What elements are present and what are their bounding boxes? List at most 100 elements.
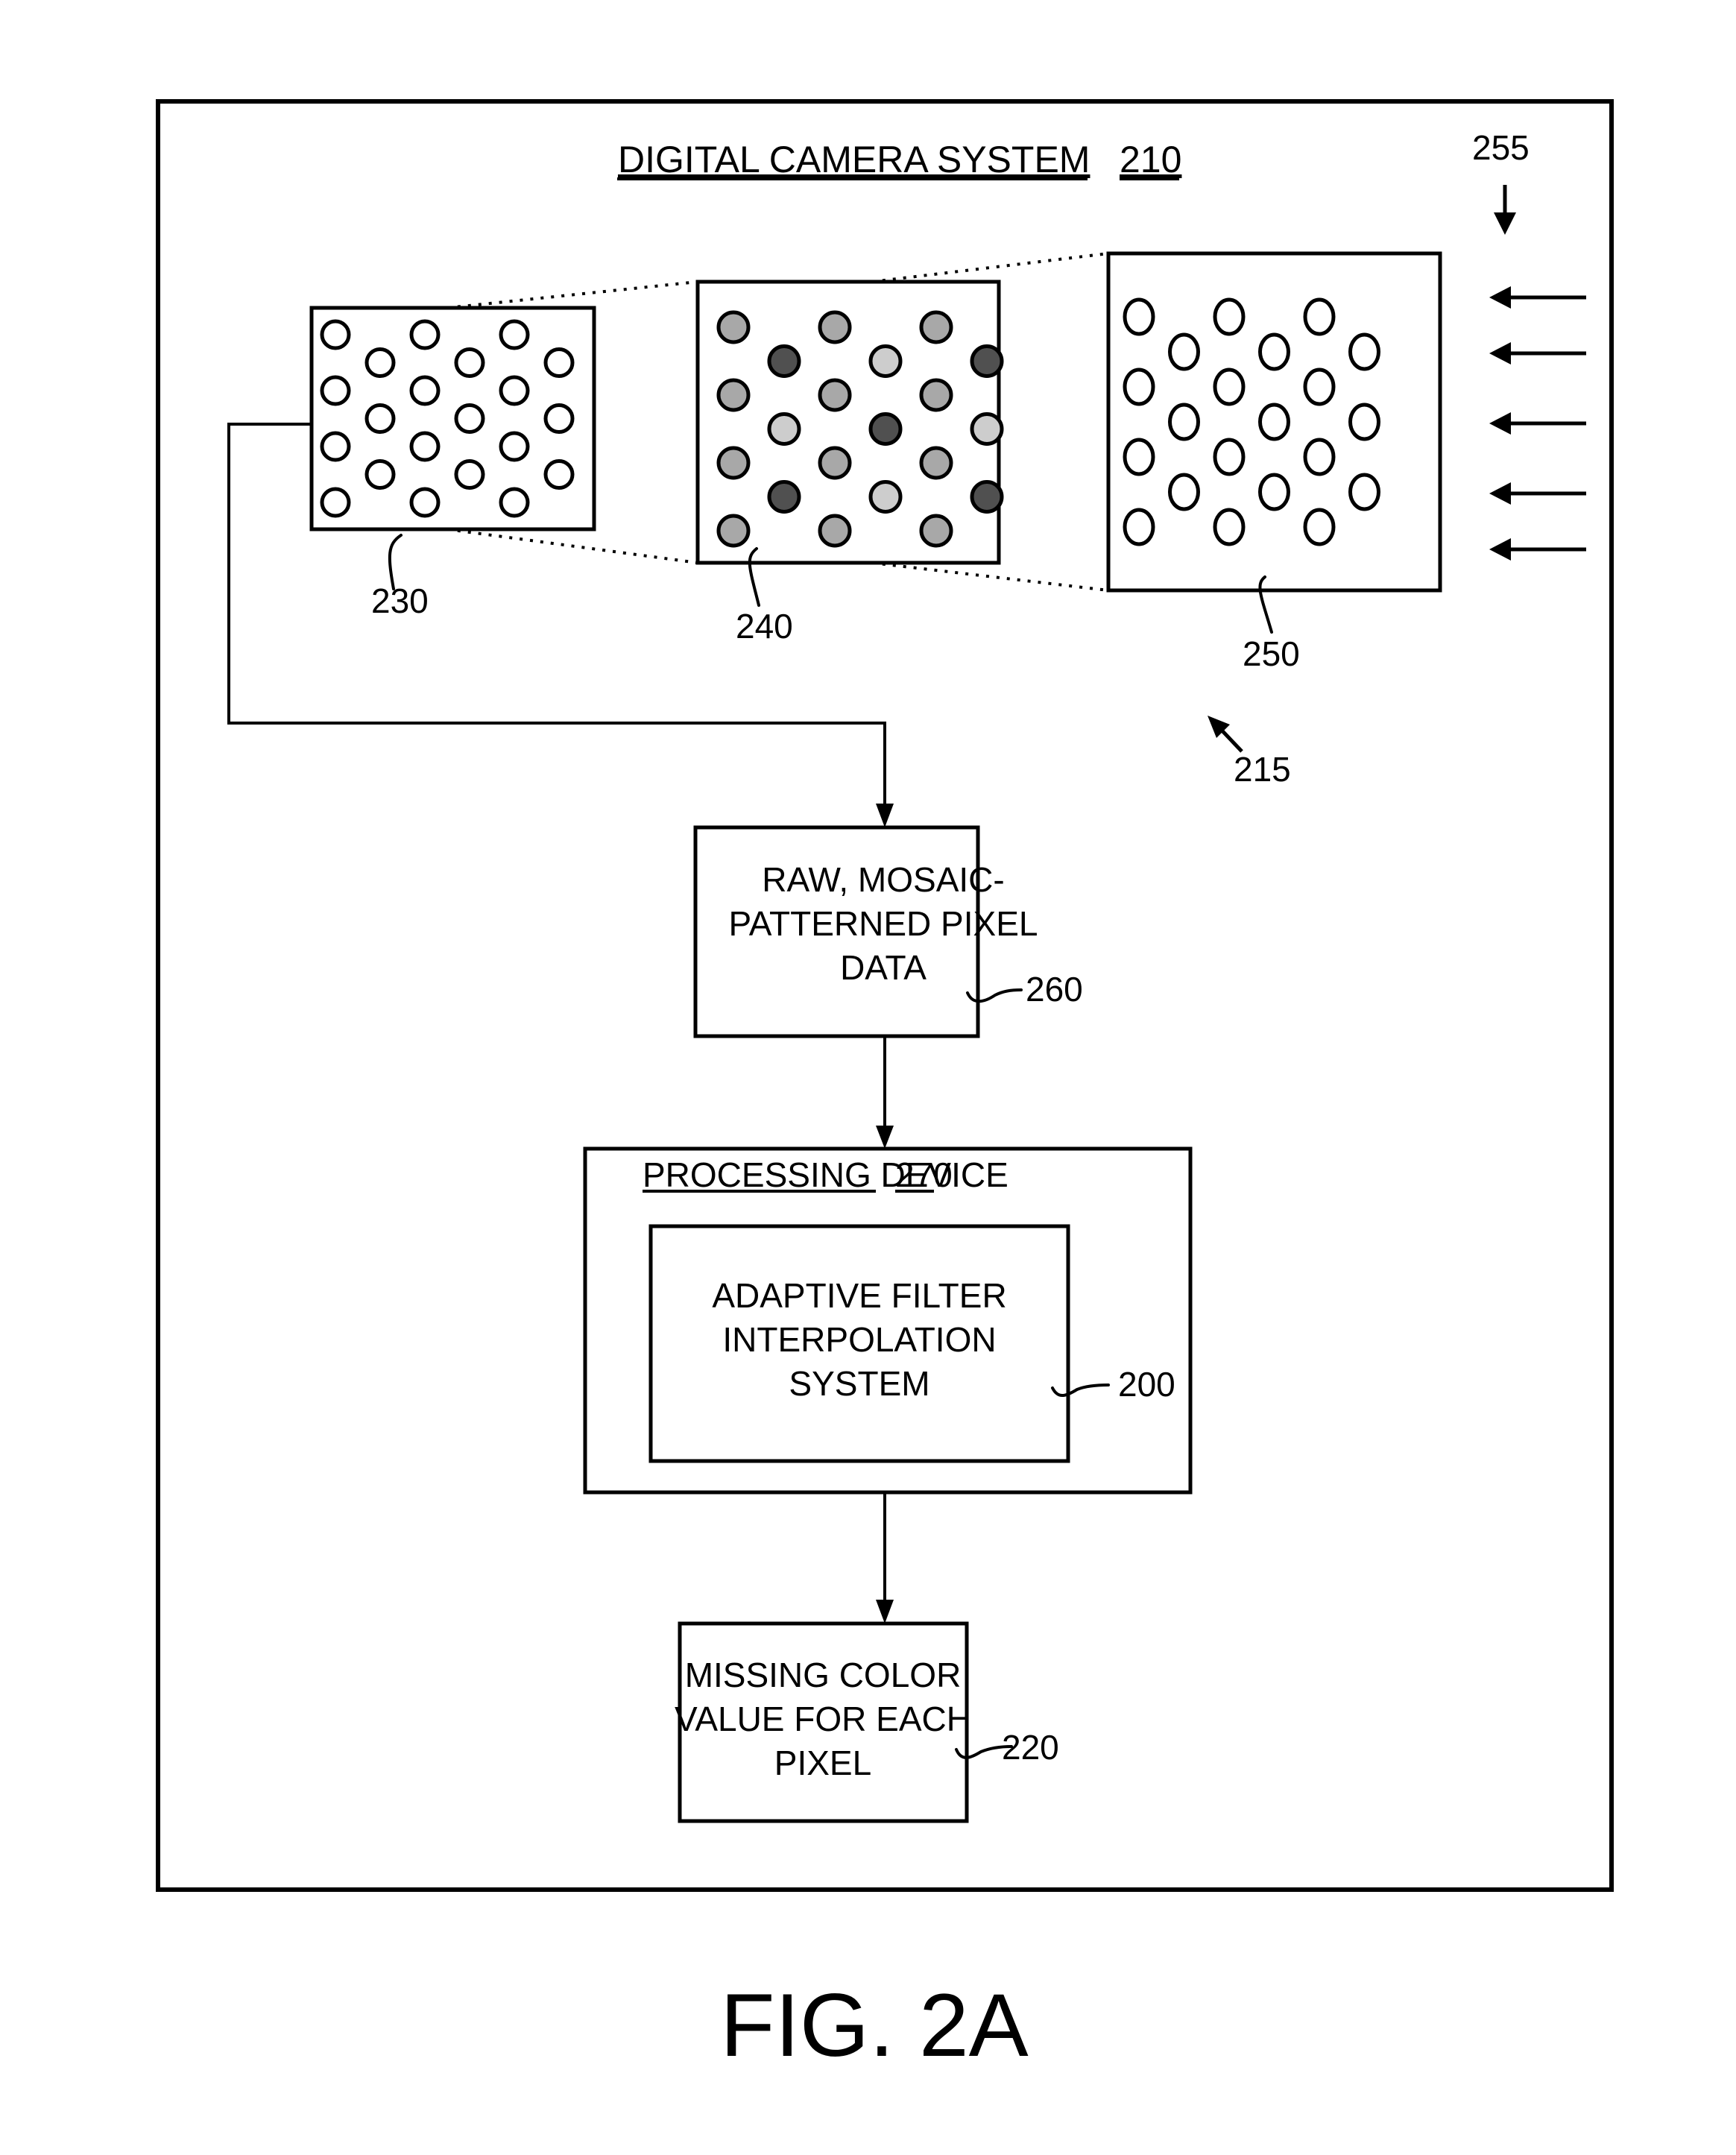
raw-data-line-1: RAW, MOSAIC- xyxy=(762,860,1004,899)
ref-220-label: 220 xyxy=(1002,1728,1059,1767)
down-arrow-icon xyxy=(1494,185,1516,235)
sensor-pixel xyxy=(409,319,441,350)
color-filter-element xyxy=(868,412,903,446)
sensor-pixel xyxy=(320,431,351,462)
color-filter-element xyxy=(716,514,751,548)
interpolation-line-2: INTERPOLATION xyxy=(722,1320,996,1359)
ref-250-label: 250 xyxy=(1243,634,1300,673)
lens-element xyxy=(1123,297,1155,336)
projection-line-top-1 xyxy=(446,280,698,309)
sensor-pixel xyxy=(454,403,485,434)
raw-data-line-3: DATA xyxy=(840,948,927,987)
sensor-pixel xyxy=(320,319,351,350)
lens-element xyxy=(1303,367,1336,406)
projection-line-bottom-1 xyxy=(446,528,698,564)
color-filter-element xyxy=(818,378,852,412)
lens-element xyxy=(1258,473,1290,511)
lens-element xyxy=(1123,367,1155,406)
lens-element xyxy=(1123,508,1155,546)
output-line-2: VALUE FOR EACH xyxy=(675,1700,971,1738)
left-arrow-icon xyxy=(1489,538,1511,561)
lens-element xyxy=(1168,473,1200,511)
arrowhead-icon xyxy=(876,1600,894,1624)
output-line-1: MISSING COLOR xyxy=(685,1656,962,1694)
sensor-pixel xyxy=(409,375,441,406)
ref-240-label: 240 xyxy=(736,607,793,646)
color-filter-element xyxy=(818,310,852,344)
color-filter-element xyxy=(716,310,751,344)
lens-element xyxy=(1213,367,1246,406)
color-filter-element xyxy=(970,412,1004,446)
lens-element xyxy=(1258,403,1290,441)
projection-line-top-2 xyxy=(871,252,1109,283)
color-filter-element xyxy=(868,344,903,378)
system-ref-210: 210 xyxy=(1120,139,1181,180)
lens-element xyxy=(1348,403,1380,441)
lens-element xyxy=(1303,438,1336,476)
color-filter-element xyxy=(716,446,751,480)
left-arrow-icon xyxy=(1489,412,1511,435)
system-title-text: DIGITAL CAMERA SYSTEM xyxy=(618,139,1090,180)
sensor-pixel xyxy=(454,459,485,490)
ref-200-label: 200 xyxy=(1118,1365,1175,1404)
sensor-pixel xyxy=(543,459,575,490)
sensor-pixel xyxy=(499,487,530,518)
sensor-pixel xyxy=(499,319,530,350)
color-filter-element xyxy=(818,514,852,548)
figure-label: FIG. 2A xyxy=(720,1975,1028,2075)
sensor-pixel xyxy=(364,403,396,434)
lens-element xyxy=(1168,403,1200,441)
sensor-pixel xyxy=(454,347,485,378)
arrowhead-icon xyxy=(876,1126,894,1149)
color-filter-element xyxy=(919,310,953,344)
arrowhead-icon xyxy=(876,804,894,827)
lens-element xyxy=(1123,438,1155,476)
lens-element xyxy=(1213,297,1246,336)
sensor-pixel xyxy=(543,403,575,434)
left-arrow-icon xyxy=(1489,482,1511,505)
color-filter-element xyxy=(716,378,751,412)
sensor-pixel xyxy=(364,459,396,490)
color-filter-element xyxy=(919,446,953,480)
color-filter-element xyxy=(919,514,953,548)
color-filter-element xyxy=(767,344,801,378)
lens-element xyxy=(1303,508,1336,546)
sensor-pixel xyxy=(409,487,441,518)
sensor-pixel xyxy=(543,347,575,378)
lens-element xyxy=(1348,473,1380,511)
incident-light-arrows xyxy=(1489,286,1586,561)
raw-data-line-2: PATTERNED PIXEL xyxy=(729,904,1038,943)
processing-device-ref: 270 xyxy=(895,1155,953,1194)
lens-element xyxy=(1168,332,1200,371)
ref-230-label: 230 xyxy=(371,581,429,620)
color-filter-element xyxy=(767,412,801,446)
processing-device-title: PROCESSING DEVICE xyxy=(643,1155,1009,1194)
lens-element xyxy=(1213,508,1246,546)
interpolation-line-1: ADAPTIVE FILTER xyxy=(712,1276,1006,1315)
left-arrow-icon xyxy=(1489,286,1511,309)
lens-element xyxy=(1258,332,1290,371)
ref-260-label: 260 xyxy=(1026,970,1083,1009)
color-filter-element xyxy=(970,480,1004,514)
lens-element xyxy=(1348,332,1380,371)
sensor-pixel xyxy=(364,347,396,378)
ref-215-arrow-icon xyxy=(1208,716,1243,753)
sensor-pixel xyxy=(320,487,351,518)
ref-255-label: 255 xyxy=(1472,128,1530,167)
color-filter-element xyxy=(868,480,903,514)
system-title: DIGITAL CAMERA SYSTEM 210 xyxy=(617,139,1181,180)
lens-element xyxy=(1213,438,1246,476)
color-filter-element xyxy=(767,480,801,514)
left-arrow-icon xyxy=(1489,342,1511,365)
color-filter-element xyxy=(818,446,852,480)
sensor-pixel xyxy=(499,431,530,462)
patent-diagram: DIGITAL CAMERA SYSTEM 210 255 230 240 25… xyxy=(156,99,1614,2075)
projection-line-bottom-2 xyxy=(871,561,1109,592)
color-filter-element xyxy=(970,344,1004,378)
sensor-pixel xyxy=(320,375,351,406)
color-filter-element xyxy=(919,378,953,412)
lens-element xyxy=(1303,297,1336,336)
output-line-3: PIXEL xyxy=(774,1744,871,1782)
interpolation-line-3: SYSTEM xyxy=(789,1364,929,1403)
sensor-pixel xyxy=(499,375,530,406)
